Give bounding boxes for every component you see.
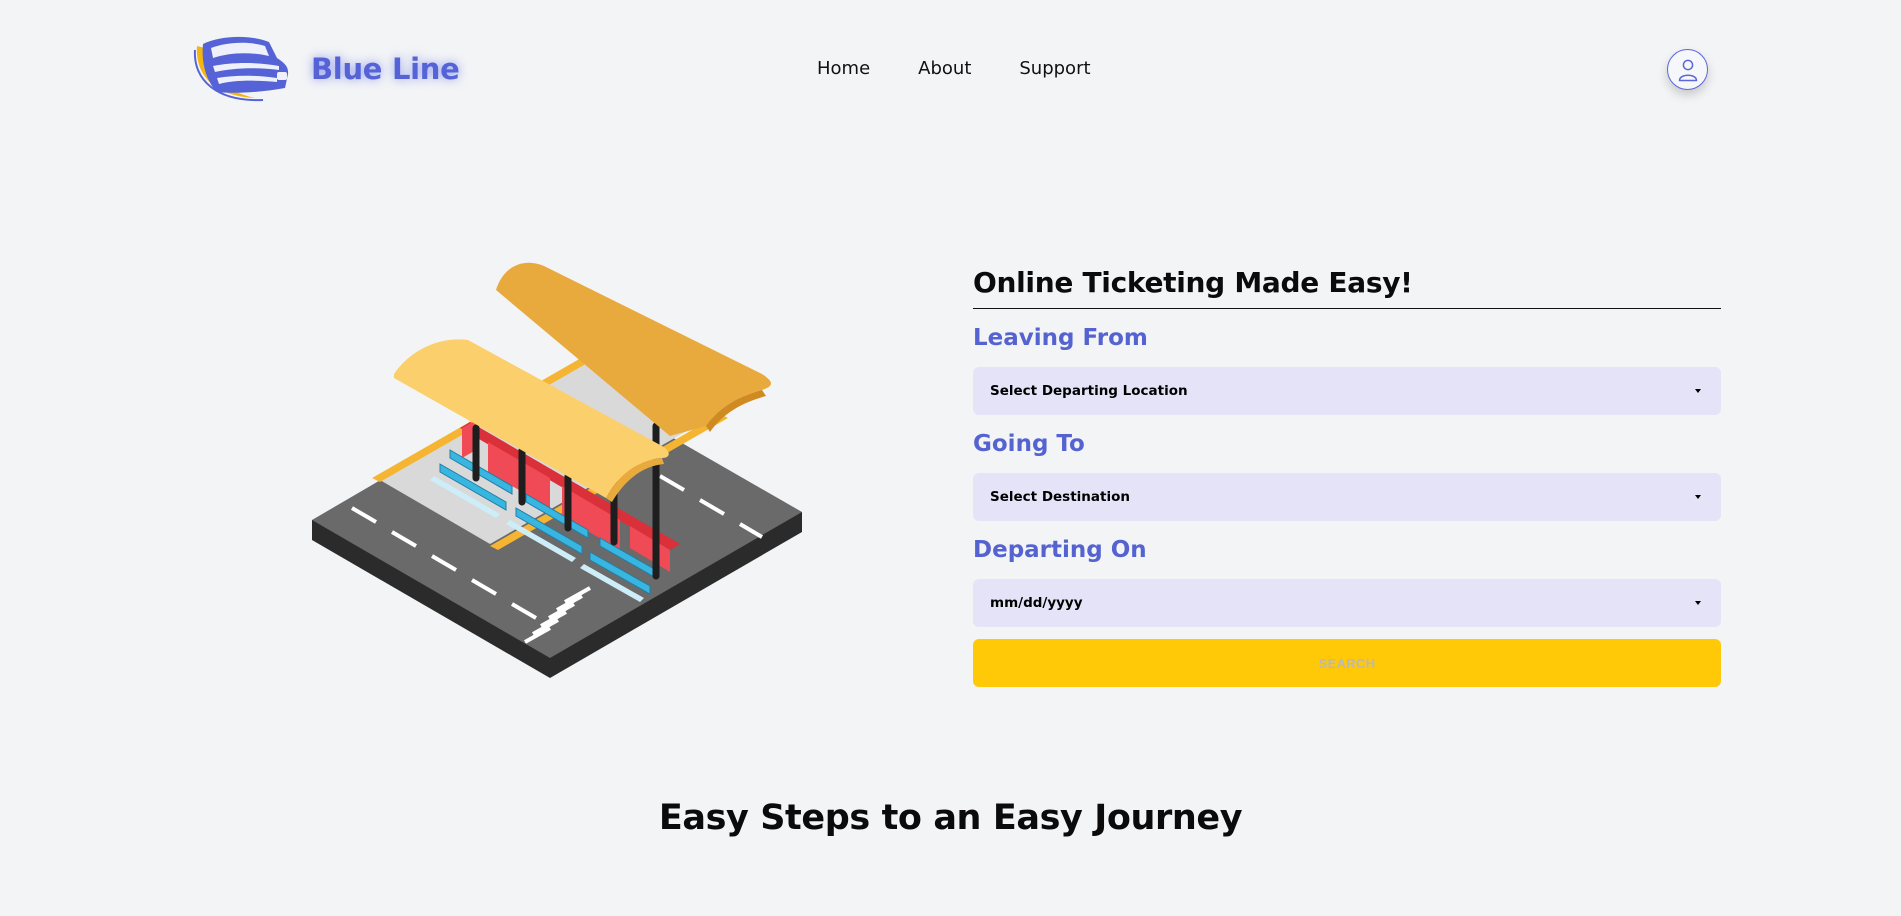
- site-header: Blue Line Home About Support: [0, 0, 1901, 140]
- nav-home-link[interactable]: Home: [817, 58, 870, 79]
- destination-select[interactable]: Select Destination: [973, 473, 1721, 521]
- nav-about-link[interactable]: About: [918, 58, 971, 79]
- bus-logo-icon: [193, 36, 289, 102]
- brand-home-link[interactable]: Blue Line: [193, 36, 460, 102]
- departing-location-select[interactable]: Select Departing Location: [973, 367, 1721, 415]
- user-icon: [1678, 59, 1697, 81]
- departure-date-input[interactable]: mm/dd/yyyy: [973, 579, 1721, 627]
- search-button[interactable]: SEARCH: [973, 639, 1721, 687]
- chevron-down-icon: [1695, 389, 1701, 393]
- chevron-down-icon: [1695, 601, 1701, 605]
- main-nav: Home About Support: [817, 58, 1091, 79]
- leaving-from-label: Leaving From: [973, 325, 1148, 351]
- brand-name: Blue Line: [311, 52, 460, 86]
- going-to-label: Going To: [973, 431, 1085, 457]
- departure-date-value: mm/dd/yyyy: [990, 595, 1083, 611]
- ticket-search-form: Online Ticketing Made Easy! Leaving From…: [973, 263, 1721, 687]
- account-button[interactable]: [1667, 49, 1708, 90]
- departing-location-value: Select Departing Location: [990, 383, 1188, 399]
- destination-value: Select Destination: [990, 489, 1130, 505]
- steps-section-title: Easy Steps to an Easy Journey: [658, 798, 1243, 838]
- bus-stop-illustration: [312, 262, 802, 678]
- departing-on-label: Departing On: [973, 537, 1147, 563]
- nav-support-link[interactable]: Support: [1019, 58, 1090, 79]
- chevron-down-icon: [1695, 495, 1701, 499]
- form-title: Online Ticketing Made Easy!: [973, 263, 1721, 309]
